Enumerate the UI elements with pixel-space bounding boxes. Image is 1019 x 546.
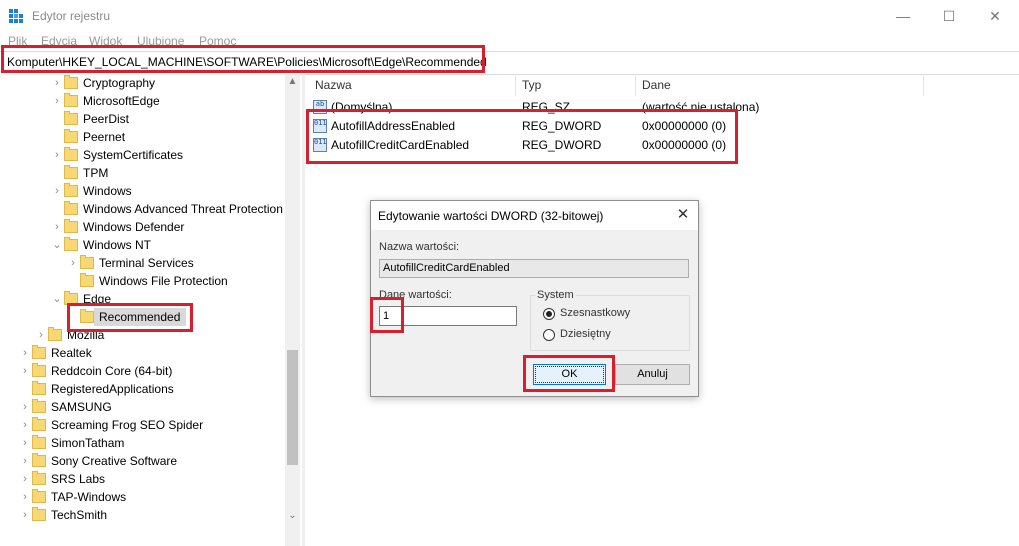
column-divider[interactable]: [635, 74, 636, 96]
expand-chevron-icon[interactable]: ›: [20, 434, 30, 452]
expand-chevron-icon[interactable]: ›: [52, 182, 62, 200]
address-highlight-box: [1, 45, 485, 73]
folder-icon: [32, 435, 46, 449]
cancel-button[interactable]: Anuluj: [615, 364, 690, 385]
tree-node-label: TAP-Windows: [51, 490, 127, 504]
folder-icon: [64, 111, 78, 125]
minimize-button[interactable]: —: [880, 0, 926, 32]
tree-node-label: SystemCertificates: [83, 148, 184, 162]
title-bar: [0, 0, 1019, 32]
folder-icon: [32, 417, 46, 431]
tree-node-label: SRS Labs: [51, 472, 106, 486]
expand-chevron-icon[interactable]: ›: [20, 488, 30, 506]
expand-chevron-icon[interactable]: ›: [36, 326, 46, 344]
folder-icon: [64, 237, 78, 251]
radio-hexadecimal-label[interactable]: Szesnastkowy: [560, 307, 630, 319]
tree-node-label: Windows NT: [83, 238, 152, 252]
folder-icon: [32, 399, 46, 413]
tree-scrollbar-thumb[interactable]: [287, 350, 298, 465]
folder-icon: [64, 219, 78, 233]
collapse-chevron-icon[interactable]: ⌄: [52, 236, 62, 254]
tree-node-label: SimonTatham: [51, 436, 125, 450]
radio-decimal[interactable]: [543, 329, 555, 341]
scroll-up-arrow-icon[interactable]: ▲: [285, 76, 300, 90]
radio-hexadecimal[interactable]: [543, 308, 555, 320]
value-name-label: Nazwa wartości:: [379, 241, 460, 253]
regedit-app-icon: [8, 8, 24, 24]
expand-chevron-icon[interactable]: ›: [52, 218, 62, 236]
folder-icon: [32, 453, 46, 467]
folder-icon: [64, 183, 78, 197]
folder-icon: [32, 489, 46, 503]
expand-chevron-icon[interactable]: ›: [68, 254, 78, 272]
folder-icon: [32, 471, 46, 485]
tree-node-label: RegisteredApplications: [51, 382, 174, 396]
value-name-field: AutofillCreditCardEnabled: [379, 259, 689, 278]
folder-icon: [80, 273, 94, 287]
folder-icon: [64, 129, 78, 143]
column-divider[interactable]: [515, 74, 516, 96]
tree-node-label: Realtek: [51, 346, 92, 360]
dialog-title: Edytowanie wartości DWORD (32-bitowej): [378, 209, 604, 223]
scroll-down-arrow-icon[interactable]: ⌄: [285, 510, 300, 524]
column-header-type[interactable]: Typ: [522, 78, 541, 92]
expand-chevron-icon[interactable]: ›: [20, 416, 30, 434]
column-divider[interactable]: [923, 74, 924, 96]
tree-node-label: Peernet: [83, 130, 126, 144]
expand-chevron-icon[interactable]: ›: [20, 506, 30, 524]
system-label: System: [535, 289, 576, 301]
tree-node-label: Windows Advanced Threat Protection: [83, 202, 283, 216]
tree-node-label: PeerDist: [83, 112, 130, 126]
expand-chevron-icon[interactable]: ›: [52, 92, 62, 110]
expand-chevron-icon[interactable]: ›: [20, 452, 30, 470]
folder-icon: [64, 201, 78, 215]
tree-node-label: Terminal Services: [99, 256, 194, 270]
ok-highlight-box: [523, 355, 615, 392]
expand-chevron-icon[interactable]: ›: [20, 362, 30, 380]
values-highlight-box: [306, 109, 738, 164]
column-header-name[interactable]: Nazwa: [315, 78, 352, 92]
expand-chevron-icon[interactable]: ›: [52, 146, 62, 164]
tree-node-label: TPM: [83, 166, 109, 180]
dialog-close-icon[interactable]: ✕: [670, 203, 696, 227]
collapse-chevron-icon[interactable]: ⌄: [52, 290, 62, 308]
tree-node-label: Windows Defender: [83, 220, 185, 234]
expand-chevron-icon[interactable]: ›: [20, 398, 30, 416]
folder-icon: [64, 75, 78, 89]
folder-icon: [32, 345, 46, 359]
tree-node-label: TechSmith: [51, 508, 108, 522]
tree-node-label: Screaming Frog SEO Spider: [51, 418, 204, 432]
folder-icon: [48, 327, 62, 341]
tree-node-label: MicrosoftEdge: [83, 94, 160, 108]
radio-selected-dot: [546, 311, 552, 317]
folder-icon: [64, 165, 78, 179]
window-title: Edytor rejestru: [32, 9, 111, 23]
folder-icon: [32, 363, 46, 377]
folder-icon: [64, 93, 78, 107]
recommended-highlight-box: [67, 303, 193, 332]
tree-node-label: Cryptography: [83, 76, 156, 90]
folder-icon: [32, 507, 46, 521]
expand-chevron-icon[interactable]: ›: [20, 344, 30, 362]
maximize-button[interactable]: ☐: [926, 0, 972, 32]
column-header-data[interactable]: Dane: [642, 78, 671, 92]
folder-icon: [80, 255, 94, 269]
system-groupbox: [530, 295, 690, 351]
tree-node-label: Windows: [83, 184, 132, 198]
data-highlight-box: [370, 297, 404, 333]
close-button[interactable]: ✕: [972, 0, 1018, 32]
tree-scrollbar[interactable]: [285, 74, 300, 546]
folder-icon: [32, 381, 46, 395]
tree-node-label: Reddcoin Core (64-bit): [51, 364, 173, 378]
expand-chevron-icon[interactable]: ›: [20, 470, 30, 488]
radio-decimal-label[interactable]: Dziesiętny: [560, 328, 611, 340]
tree-node-label: Sony Creative Software: [51, 454, 178, 468]
tree-node-label: Windows File Protection: [99, 274, 228, 288]
tree-node-label: SAMSUNG: [51, 400, 112, 414]
folder-icon: [64, 147, 78, 161]
expand-chevron-icon[interactable]: ›: [52, 74, 62, 92]
